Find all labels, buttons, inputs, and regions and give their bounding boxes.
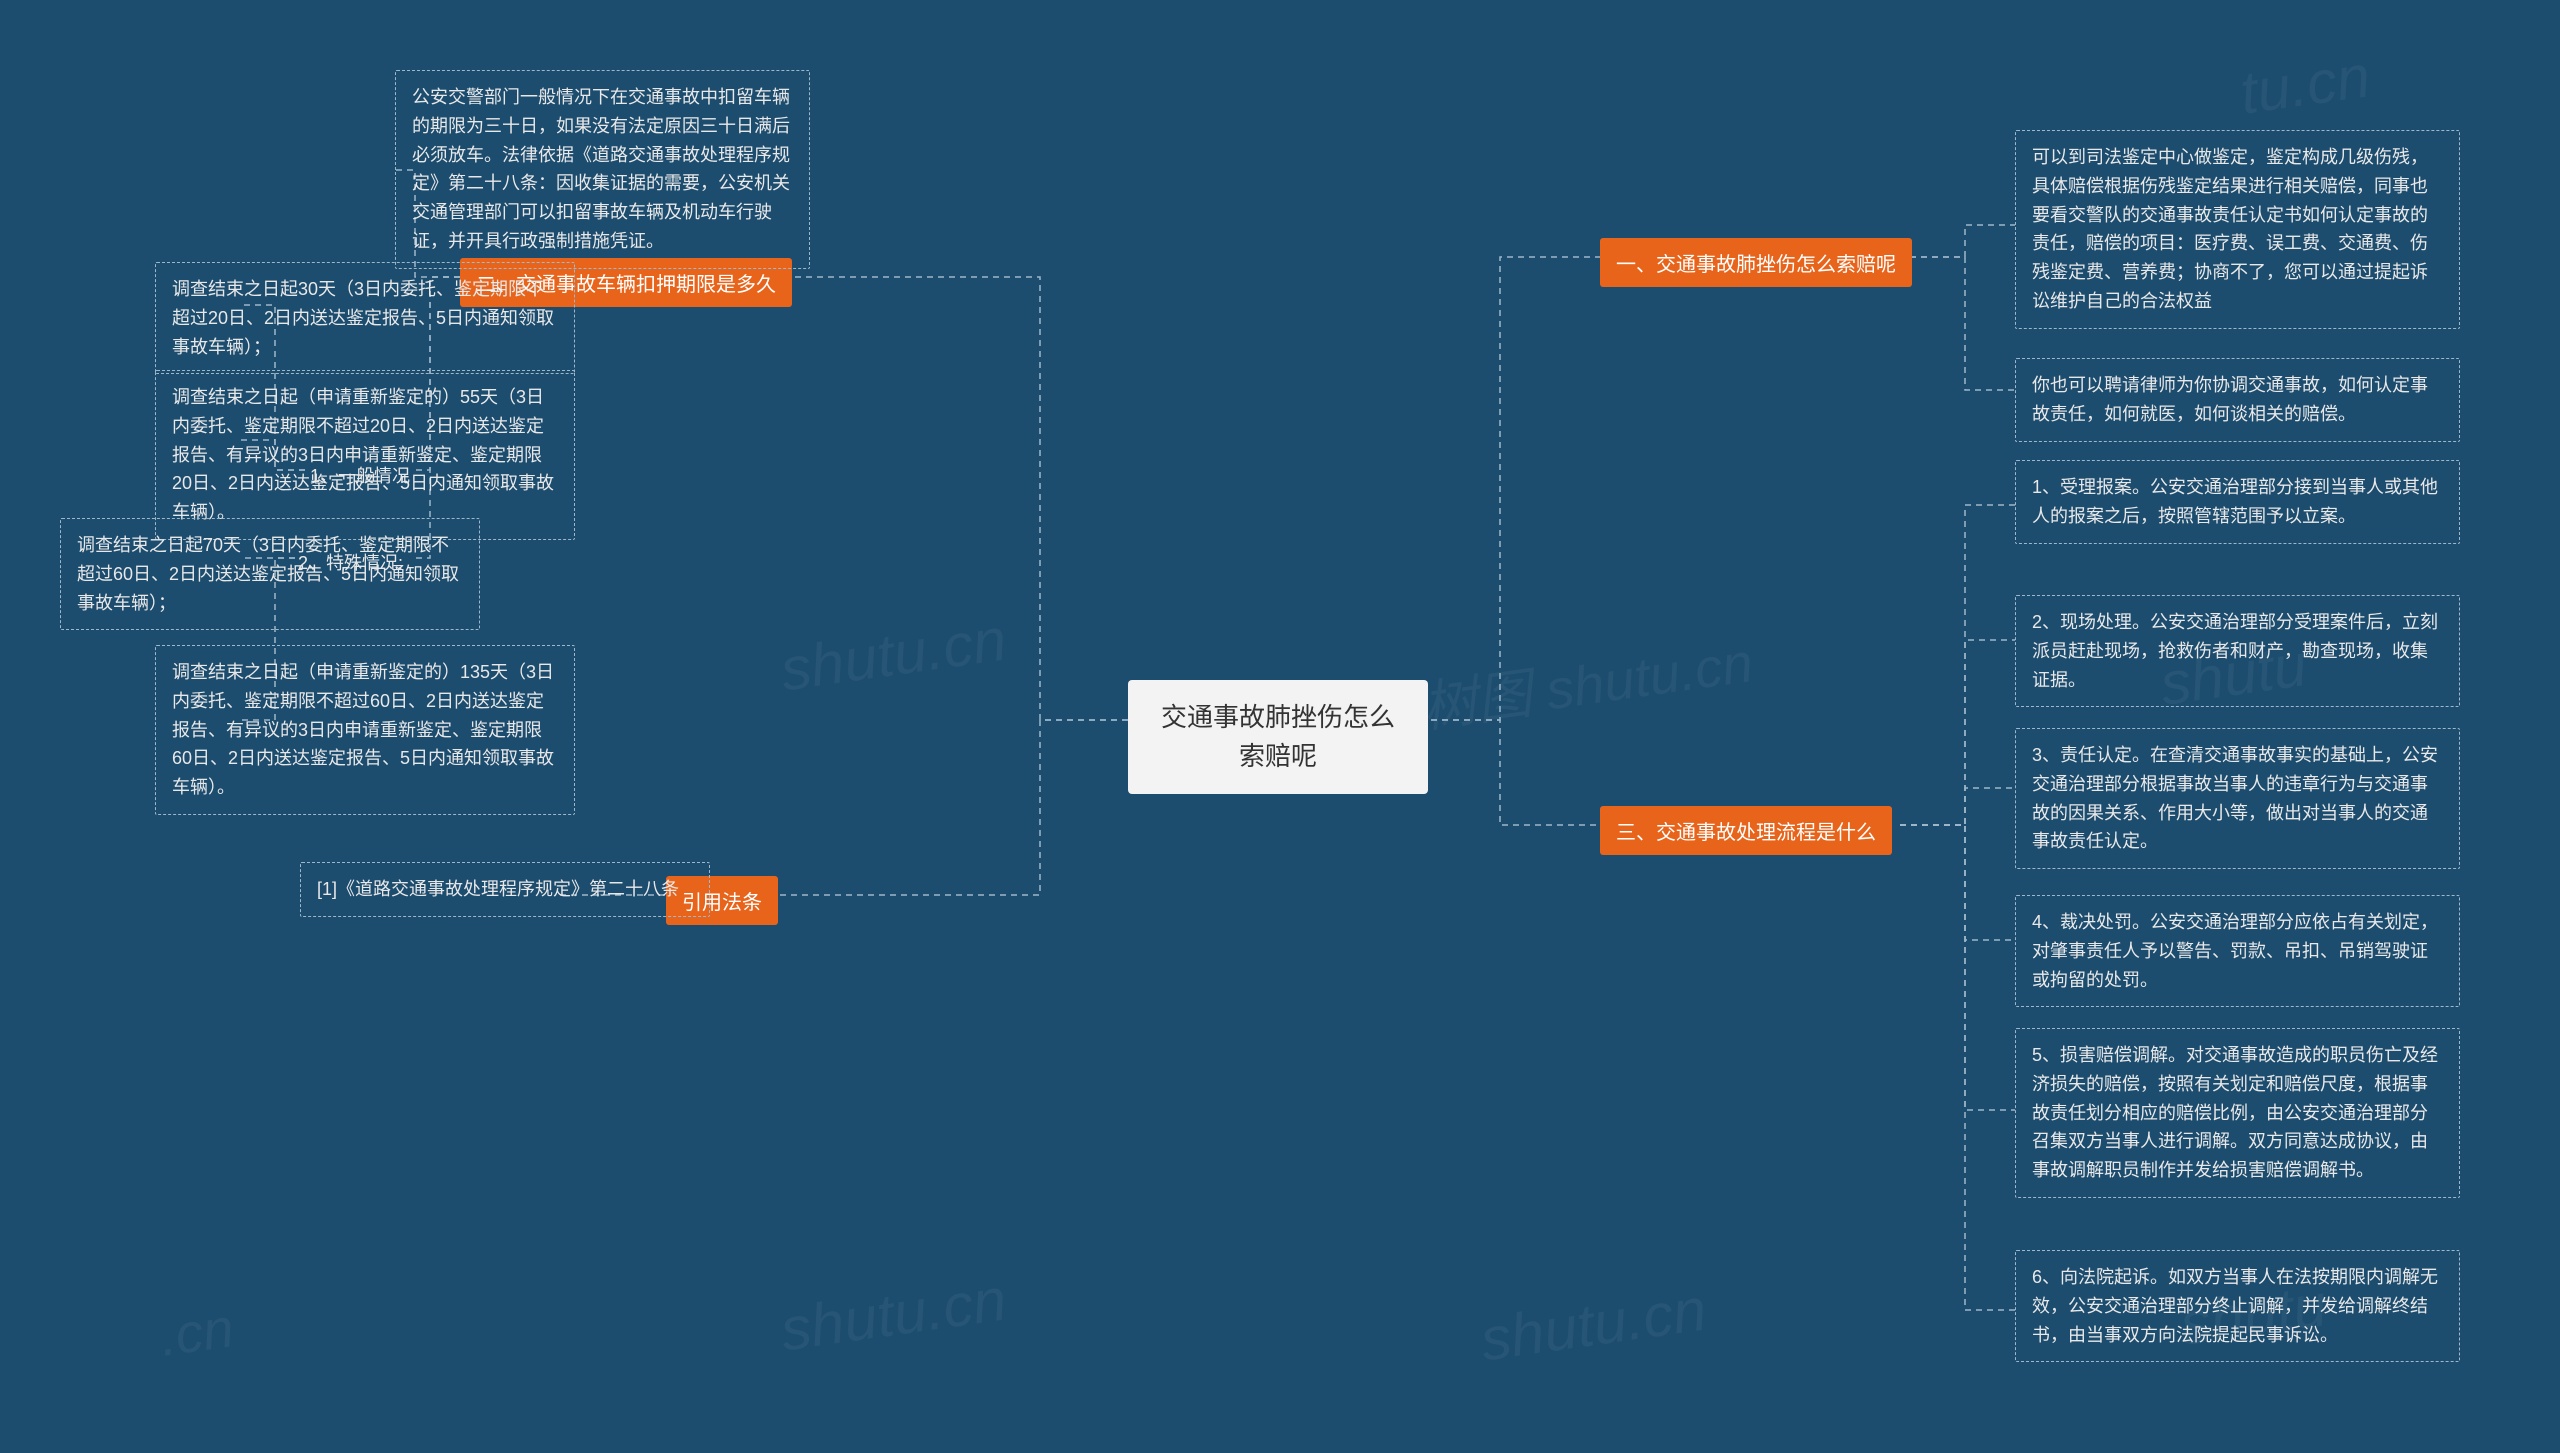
b1-child-1[interactable]: 可以到司法鉴定中心做鉴定，鉴定构成几级伤残，具体赔偿根据伤残鉴定结果进行相关赔偿… — [2015, 130, 2460, 329]
b3-child-1[interactable]: 1、受理报案。公安交通治理部分接到当事人或其他人的报案之后，按照管辖范围予以立案… — [2015, 460, 2460, 544]
law-child-1[interactable]: [1]《道路交通事故处理程序规定》第二十八条 — [300, 862, 710, 917]
b1-child-2[interactable]: 你也可以聘请律师为你协调交通事故，如何认定事故责任，如何就医，如何谈相关的赔偿。 — [2015, 358, 2460, 442]
branch-3[interactable]: 三、交通事故处理流程是什么 — [1600, 806, 1892, 855]
b3-child-6[interactable]: 6、向法院起诉。如双方当事人在法按期限内调解无效，公安交通治理部分终止调解，并发… — [2015, 1250, 2460, 1362]
center-topic[interactable]: 交通事故肺挫伤怎么索赔呢 — [1128, 680, 1428, 794]
watermark: tu.cn — [2236, 41, 2374, 127]
watermark: shutu.cn — [776, 1265, 1010, 1365]
watermark: .cn — [156, 1295, 238, 1369]
b2-top-note[interactable]: 公安交警部门一般情况下在交通事故中扣留车辆的期限为三十日，如果没有法定原因三十日… — [395, 70, 810, 269]
b2-s1-c2[interactable]: 调查结束之日起（申请重新鉴定的）55天（3日内委托、鉴定期限不超过20日、2日内… — [155, 370, 575, 540]
b2-s1-c1[interactable]: 调查结束之日起30天（3日内委托、鉴定期限不超过20日、2日内送达鉴定报告、5日… — [155, 262, 575, 374]
watermark: shutu.cn — [1476, 1275, 1710, 1375]
b2-s2-c2[interactable]: 调查结束之日起（申请重新鉴定的）135天（3日内委托、鉴定期限不超过60日、2日… — [155, 645, 575, 815]
watermark: 树图 shutu.cn — [1416, 617, 1757, 743]
b3-child-4[interactable]: 4、裁决处罚。公安交通治理部分应依占有关划定，对肇事责任人予以警告、罚款、吊扣、… — [2015, 895, 2460, 1007]
watermark: shutu.cn — [776, 605, 1010, 705]
branch-1[interactable]: 一、交通事故肺挫伤怎么索赔呢 — [1600, 238, 1912, 287]
b3-child-3[interactable]: 3、责任认定。在查清交通事故事实的基础上，公安交通治理部分根据事故当事人的违章行… — [2015, 728, 2460, 869]
b3-child-2[interactable]: 2、现场处理。公安交通治理部分受理案件后，立刻派员赶赴现场，抢救伤者和财产，勘查… — [2015, 595, 2460, 707]
b2-s2-c1[interactable]: 调查结束之日起70天（3日内委托、鉴定期限不超过60日、2日内送达鉴定报告、5日… — [60, 518, 480, 630]
b3-child-5[interactable]: 5、损害赔偿调解。对交通事故造成的职员伤亡及经济损失的赔偿，按照有关划定和赔偿尺… — [2015, 1028, 2460, 1198]
